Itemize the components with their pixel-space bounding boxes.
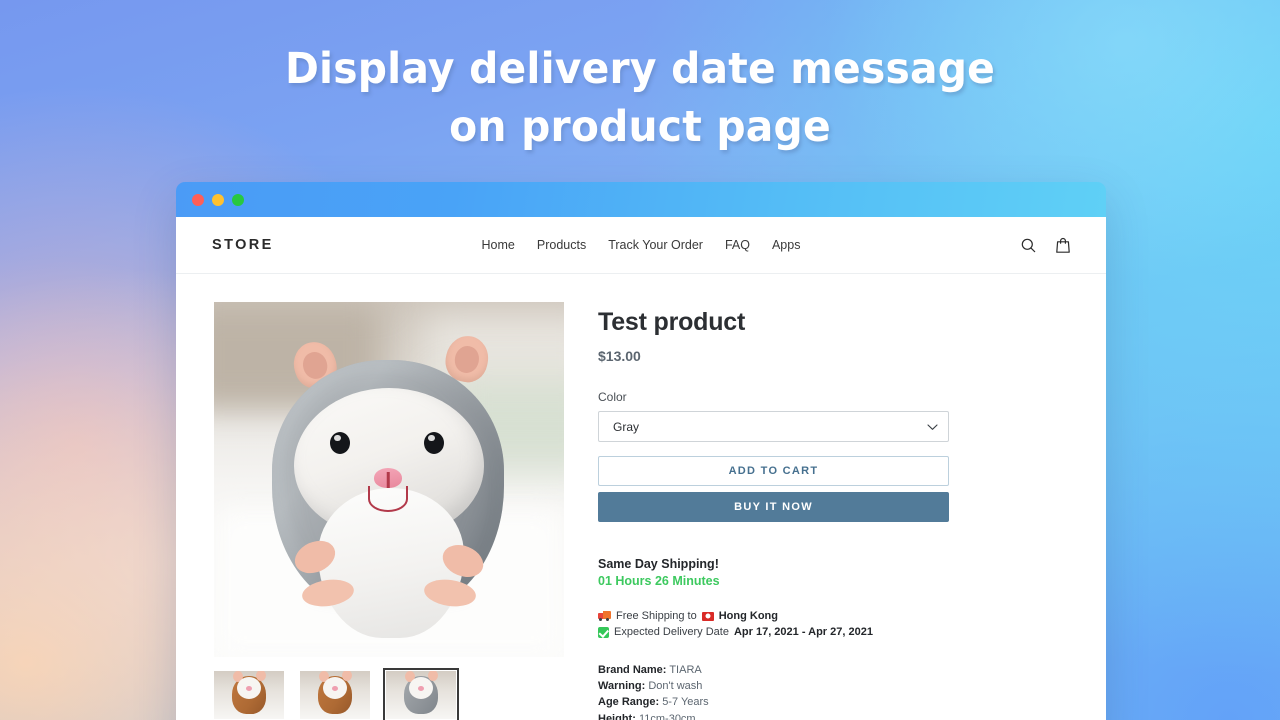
spec-value: Don't wash xyxy=(648,680,703,693)
product-gallery xyxy=(214,302,564,720)
product-price: $13.00 xyxy=(598,348,641,364)
delivery-truck-emoji xyxy=(598,611,611,621)
search-icon[interactable] xyxy=(1021,238,1036,253)
navbar-icons xyxy=(1021,237,1070,253)
hamster-mouth xyxy=(368,485,408,512)
product-details: Test product $13.00 Color Gray ADD TO CA… xyxy=(598,302,1070,720)
nav-item-faq[interactable]: FAQ xyxy=(725,238,750,252)
thumbnail-brown-1[interactable] xyxy=(214,671,284,719)
headline-line-2: on product page xyxy=(449,102,831,152)
expected-delivery-line: Expected Delivery Date Apr 17, 2021 - Ap… xyxy=(598,624,1070,640)
hamster-eye-right xyxy=(424,431,444,454)
spec-value: 11cm-30cm xyxy=(638,712,696,720)
spec-label: Height: xyxy=(598,712,636,720)
nav-item-home[interactable]: Home xyxy=(482,238,515,252)
expected-delivery-range: Apr 17, 2021 - Apr 27, 2021 xyxy=(733,626,873,638)
nav-item-track-your-order[interactable]: Track Your Order xyxy=(608,238,703,252)
spec-value: TIARA xyxy=(669,664,702,676)
buy-it-now-button[interactable]: BUY IT NOW xyxy=(598,492,949,522)
headline-line-1: Display delivery date message xyxy=(284,44,996,94)
chevron-down-icon xyxy=(927,420,938,434)
shipping-countdown-timer: 01 Hours 26 Minutes xyxy=(598,574,720,588)
green-check-emoji xyxy=(598,626,609,638)
hamster-plush-illustration xyxy=(264,330,514,638)
spec-row: Brand Name: TIARA xyxy=(598,662,1070,678)
color-option-label: Color xyxy=(598,390,627,404)
spec-value: 5-7 Years xyxy=(662,696,709,709)
hamster-eye-left xyxy=(330,431,350,454)
spec-label: Warning: xyxy=(598,680,646,693)
expected-delivery-label: Expected Delivery Date xyxy=(614,626,729,638)
product-specs-list: Brand Name: TIARA Warning: Don't wash Ag… xyxy=(598,662,1070,720)
promo-headline: Display delivery date message on product… xyxy=(32,40,1248,156)
free-shipping-label: Free Shipping to xyxy=(616,610,697,622)
nav-item-apps[interactable]: Apps xyxy=(772,238,801,252)
hong-kong-flag-emoji xyxy=(701,611,714,621)
color-select-value: Gray xyxy=(613,419,640,434)
free-shipping-line: Free Shipping to Hong Kong xyxy=(598,608,1070,624)
shipping-info-lines: Free Shipping to Hong Kong Expected Deli… xyxy=(598,608,1070,640)
same-day-shipping-headline: Same Day Shipping! xyxy=(598,557,719,571)
shipping-destination: Hong Kong xyxy=(718,610,778,622)
window-maximize-button[interactable] xyxy=(232,193,244,206)
store-logo[interactable]: STORE xyxy=(212,237,274,253)
window-minimize-button[interactable] xyxy=(212,193,224,206)
shopping-bag-icon[interactable] xyxy=(1056,237,1070,253)
add-to-cart-button[interactable]: ADD TO CART xyxy=(598,456,949,486)
delivery-message-block: Same Day Shipping! 01 Hours 26 Minutes F… xyxy=(598,557,1070,640)
store-navbar: STORE Home Products Track Your Order FAQ… xyxy=(176,217,1106,274)
product-page: Test product $13.00 Color Gray ADD TO CA… xyxy=(176,274,1106,720)
window-close-button[interactable] xyxy=(192,193,204,206)
spec-row: Age Range: 5-7 Years xyxy=(598,694,1070,710)
thumbnail-strip xyxy=(214,668,564,720)
nav-item-products[interactable]: Products xyxy=(537,238,586,252)
thumbnail-gray[interactable] xyxy=(383,668,459,720)
main-navigation: Home Products Track Your Order FAQ Apps xyxy=(176,238,1106,252)
browser-window: STORE Home Products Track Your Order FAQ… xyxy=(176,182,1106,720)
thumbnail-brown-2[interactable] xyxy=(300,671,370,719)
browser-viewport: STORE Home Products Track Your Order FAQ… xyxy=(176,217,1106,720)
browser-titlebar xyxy=(176,182,1106,217)
hamster-body xyxy=(272,359,504,638)
product-main-image[interactable] xyxy=(214,302,564,657)
spec-row: Height: 11cm-30cm xyxy=(598,711,1070,720)
spec-label: Brand Name: xyxy=(598,664,667,676)
page-title: Test product xyxy=(598,308,746,336)
spec-row: Warning: Don't wash xyxy=(598,678,1070,694)
spec-label: Age Range: xyxy=(598,696,660,709)
color-select[interactable]: Gray xyxy=(598,411,949,442)
